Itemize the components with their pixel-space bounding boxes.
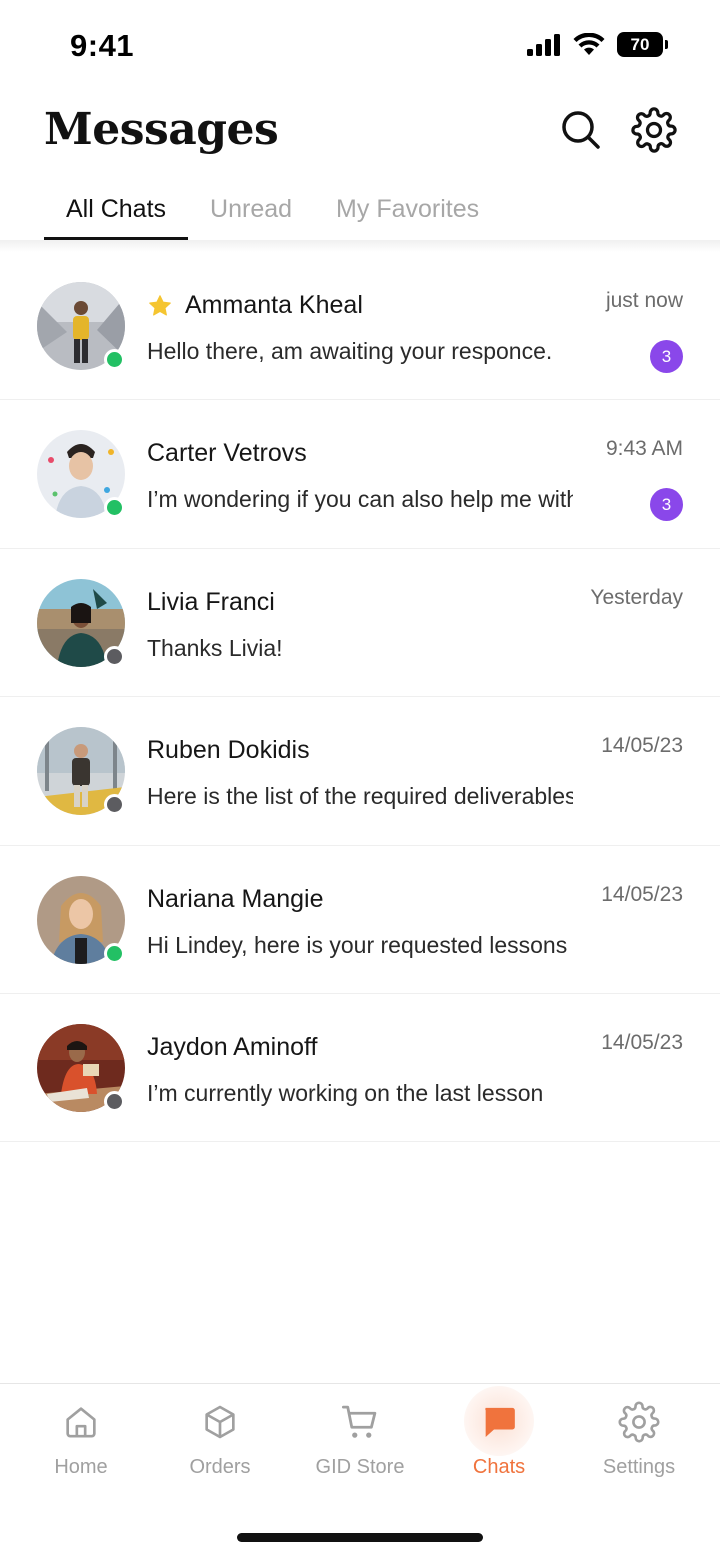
contact-name: Nariana Mangie <box>147 884 324 913</box>
message-time: 14/05/23 <box>601 734 683 758</box>
message-time: Yesterday <box>590 585 683 609</box>
tab-unread[interactable]: Unread <box>188 186 314 240</box>
tabs-divider <box>0 240 720 252</box>
nav-home-label: Home <box>54 1456 108 1478</box>
status-bar: 9:41 70 <box>0 0 720 96</box>
box-icon <box>205 1405 235 1439</box>
offline-status-dot <box>104 645 125 667</box>
nav-settings-label: Settings <box>602 1456 676 1478</box>
contact-name: Jaydon Aminoff <box>147 1032 318 1061</box>
status-icons: 70 <box>527 32 668 57</box>
chat-row[interactable]: Livia Franci Thanks Livia! Yesterday <box>0 549 720 698</box>
nav-chats[interactable]: Chats <box>429 1386 569 1479</box>
nav-settings[interactable]: Settings <box>569 1398 709 1479</box>
settings-button[interactable] <box>630 106 678 154</box>
message-preview: I’m wondering if you can also help me wi… <box>147 486 573 513</box>
chat-row[interactable]: Carter Vetrovs I’m wondering if you can … <box>0 400 720 549</box>
battery-level: 70 <box>617 32 663 57</box>
contact-name: Ruben Dokidis <box>147 736 310 765</box>
offline-status-dot <box>104 794 125 816</box>
cart-icon <box>341 1405 377 1438</box>
message-preview: Here is the list of the required deliver… <box>147 783 573 810</box>
online-status-dot <box>104 942 125 964</box>
chat-tabs: All Chats Unread My Favorites <box>44 186 501 240</box>
nav-home[interactable]: Home <box>11 1398 151 1479</box>
contact-name: Livia Franci <box>147 587 275 616</box>
home-indicator[interactable] <box>237 1533 483 1542</box>
chat-list: Ammanta Kheal Hello there, am awaiting y… <box>0 252 720 1143</box>
nav-gid-store[interactable]: GID Store <box>290 1398 430 1479</box>
avatar <box>37 727 125 816</box>
search-button[interactable] <box>557 106 605 154</box>
contact-name: Carter Vetrovs <box>147 439 307 468</box>
favorite-star-icon <box>149 294 171 316</box>
avatar <box>37 1023 125 1112</box>
chat-row[interactable]: Nariana Mangie Hi Lindey, here is your r… <box>0 846 720 994</box>
status-time: 9:41 <box>70 28 135 63</box>
message-time: 14/05/23 <box>601 882 683 906</box>
message-time: just now <box>605 289 683 312</box>
chat-row[interactable]: Jaydon Aminoff I’m currently working on … <box>0 994 720 1143</box>
message-preview: Hello there, am awaiting your responce. <box>147 338 553 364</box>
avatar <box>37 578 125 667</box>
avatar <box>37 875 125 964</box>
unread-count-badge: 3 <box>650 488 683 522</box>
gear-icon <box>631 107 677 153</box>
signal-icon <box>527 33 560 56</box>
search-icon <box>562 111 600 149</box>
message-preview: I’m currently working on the last lesson <box>147 1079 544 1106</box>
message-preview: Thanks Livia! <box>147 634 283 661</box>
online-status-dot <box>104 349 125 370</box>
wifi-icon <box>573 33 605 55</box>
avatar <box>37 282 125 370</box>
message-time: 14/05/23 <box>601 1030 683 1054</box>
nav-chats-label: Chats <box>472 1456 526 1478</box>
tab-all-chats[interactable]: All Chats <box>44 186 189 240</box>
battery-icon: 70 <box>617 32 668 57</box>
online-status-dot <box>104 497 125 519</box>
contact-name: Ammanta Kheal <box>185 291 363 319</box>
nav-orders[interactable]: Orders <box>150 1398 290 1479</box>
message-preview: Hi Lindey, here is your requested lesson… <box>147 931 568 958</box>
page-title: Messages <box>44 104 279 155</box>
gear-icon <box>618 1401 660 1443</box>
avatar <box>37 430 125 519</box>
message-time: 9:43 AM <box>605 437 683 461</box>
home-icon <box>66 1407 96 1438</box>
tab-my-favorites[interactable]: My Favorites <box>314 186 501 240</box>
offline-status-dot <box>104 1090 125 1112</box>
chat-row[interactable]: Ruben Dokidis Here is the list of the re… <box>0 697 720 846</box>
nav-gid-store-label: GID Store <box>315 1456 405 1478</box>
chat-row[interactable]: Ammanta Kheal Hello there, am awaiting y… <box>0 252 720 401</box>
bottom-nav: Home Orders GID Store Chats Settings <box>0 1383 720 1558</box>
unread-count-badge: 3 <box>650 340 683 373</box>
nav-orders-label: Orders <box>189 1456 251 1478</box>
